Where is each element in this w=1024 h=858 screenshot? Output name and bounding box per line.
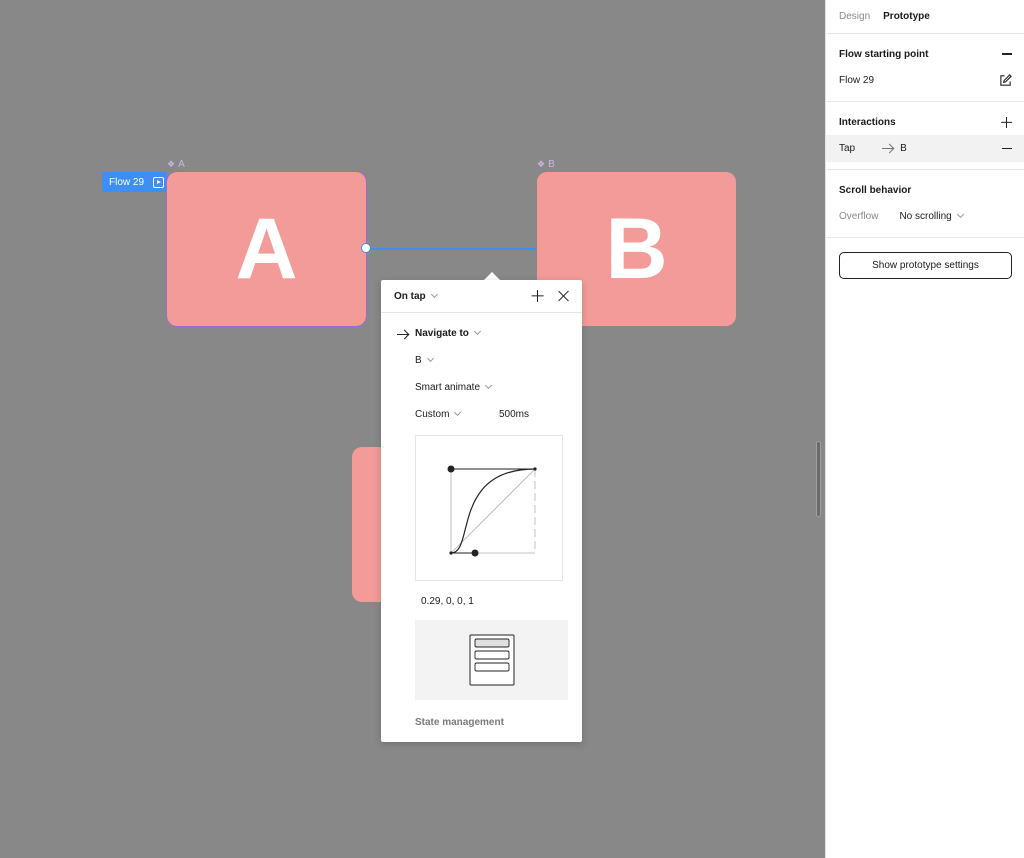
action-dropdown[interactable]: Navigate to xyxy=(415,327,481,339)
trigger-dropdown[interactable]: On tap xyxy=(394,290,438,302)
destination-dropdown[interactable]: B xyxy=(415,354,434,366)
properties-panel: Design Prototype Flow starting point Flo… xyxy=(825,0,1024,858)
state-preview-icon xyxy=(469,634,514,686)
control-point-2[interactable] xyxy=(471,549,479,557)
state-preview xyxy=(415,620,568,700)
component-diamond-icon: ❖ xyxy=(167,159,176,169)
state-management-label: State management xyxy=(415,717,504,728)
frame-b-letter: B xyxy=(605,201,668,297)
scroll-behavior-section: Scroll behavior Overflow No scrolling xyxy=(826,170,1024,238)
chevron-down-icon xyxy=(454,408,462,417)
connector-handle[interactable] xyxy=(361,243,371,253)
play-frame-icon[interactable] xyxy=(153,176,165,188)
panel-tabs: Design Prototype xyxy=(826,0,1024,34)
flow-starting-point-section: Flow starting point Flow 29 xyxy=(826,34,1024,102)
bezier-curve-graph xyxy=(447,465,537,557)
overflow-row: Overflow No scrolling xyxy=(826,203,1024,230)
chevron-down-icon xyxy=(473,327,481,336)
show-prototype-settings-button[interactable]: Show prototype settings xyxy=(839,252,1012,279)
frame-a-label[interactable]: ❖ A xyxy=(167,159,185,170)
flow-row[interactable]: Flow 29 xyxy=(826,67,1024,94)
easing-dropdown[interactable]: Custom xyxy=(415,408,462,420)
tab-prototype[interactable]: Prototype xyxy=(883,11,930,22)
minus-icon[interactable] xyxy=(1002,53,1012,55)
animation-dropdown[interactable]: Smart animate xyxy=(415,381,493,393)
close-icon[interactable] xyxy=(558,290,570,302)
bezier-curve-editor[interactable] xyxy=(415,435,563,581)
flow-starting-badge[interactable]: Flow 29 xyxy=(102,172,167,192)
chevron-down-icon xyxy=(426,354,434,363)
frame-b-label[interactable]: ❖ B xyxy=(537,159,555,170)
frame-a-letter: A xyxy=(235,201,298,297)
prototype-connector[interactable] xyxy=(366,248,536,250)
duration-input[interactable]: 500ms xyxy=(499,409,529,420)
overflow-dropdown[interactable]: No scrolling xyxy=(899,210,964,222)
interaction-popover: On tap Navigate to B Smart animate Custo… xyxy=(381,280,582,742)
control-point-1[interactable] xyxy=(447,465,455,473)
popover-header: On tap xyxy=(381,280,582,313)
interactions-section: Interactions Tap B xyxy=(826,102,1024,170)
chevron-down-icon xyxy=(484,381,493,390)
add-interaction-icon[interactable] xyxy=(1001,116,1012,128)
chevron-down-icon xyxy=(430,290,438,298)
tab-design[interactable]: Design xyxy=(839,11,870,22)
component-diamond-icon: ❖ xyxy=(537,159,546,169)
edit-icon[interactable] xyxy=(999,74,1012,87)
interaction-row[interactable]: Tap B xyxy=(826,135,1024,162)
remove-interaction-icon[interactable] xyxy=(1002,147,1012,150)
curve-values-input[interactable]: 0.29, 0, 0, 1 xyxy=(421,596,474,607)
chevron-down-icon xyxy=(956,210,964,219)
plus-icon[interactable] xyxy=(532,290,544,302)
arrow-right-icon xyxy=(882,148,894,149)
canvas-scrollbar[interactable] xyxy=(816,441,821,517)
frame-a[interactable]: A xyxy=(166,171,367,327)
popover-arrow xyxy=(484,272,500,280)
arrow-right-icon xyxy=(397,334,408,336)
